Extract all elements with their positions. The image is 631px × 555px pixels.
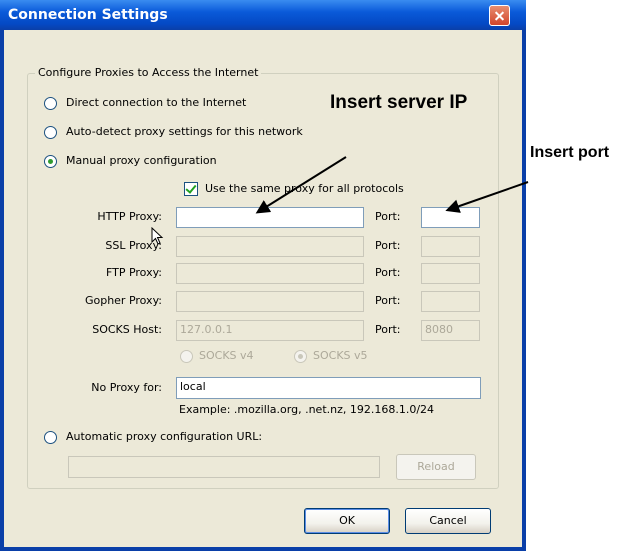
mouse-cursor-icon: [151, 227, 164, 245]
arrow-to-http-port: [445, 181, 529, 213]
arrow-to-http-proxy: [255, 156, 347, 214]
annotation-arrows: [255, 156, 529, 214]
